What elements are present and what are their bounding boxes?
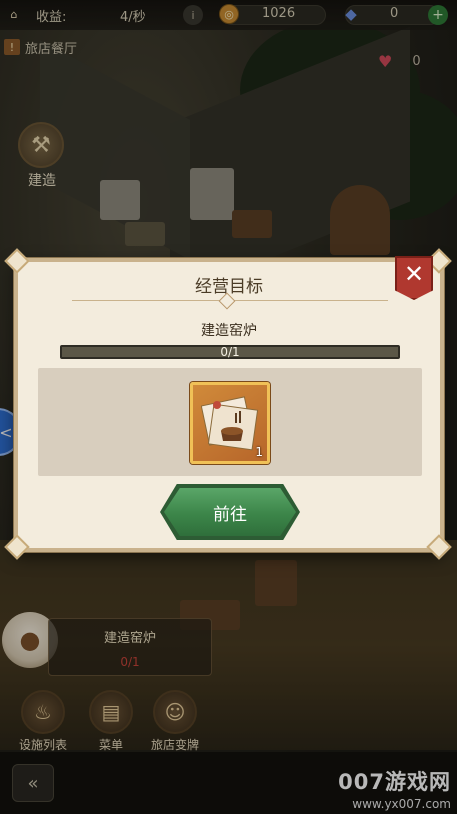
reward-item[interactable]: 1 [190, 382, 270, 464]
goal-name: 建造窑炉 [201, 323, 257, 339]
goal-progress-bar: 0/1 [60, 345, 400, 359]
dialog-title: 经营目标 [195, 277, 263, 297]
go-button[interactable]: 前往 [164, 488, 296, 536]
business-goal-dialog: 经营目标 ✕ 建造窑炉 0/1 1 前往 [4, 248, 452, 560]
close-icon: ✕ [403, 260, 425, 288]
progress-text: 0/1 [220, 345, 240, 359]
kiln-blueprint-icon [201, 396, 259, 451]
reward-count: 1 [255, 445, 263, 459]
reward-panel: 1 [38, 368, 422, 476]
go-button-label: 前往 [213, 504, 247, 525]
